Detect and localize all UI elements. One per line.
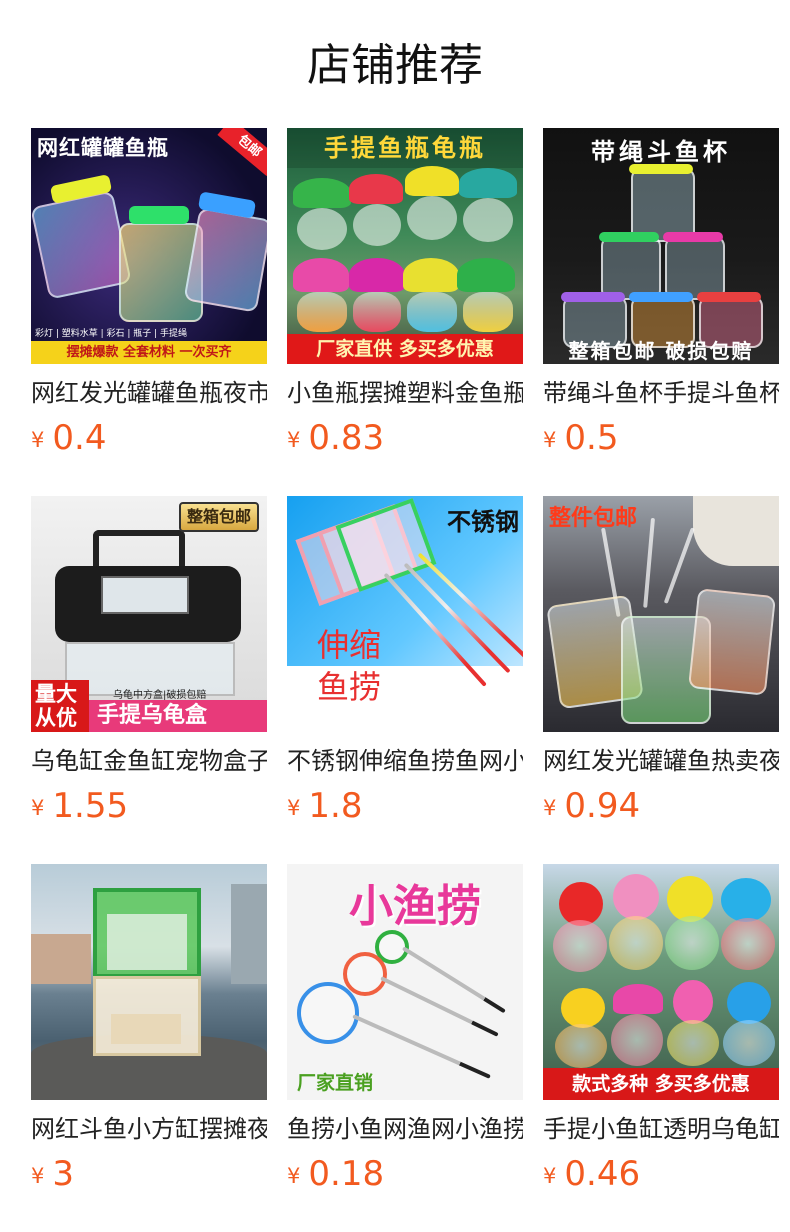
price-value: 1.55 (52, 786, 129, 826)
image-bottom-text: 摆摊爆款 全套材料 一次买齐 (31, 341, 267, 364)
product-image[interactable]: 网红罐罐鱼瓶 包邮 彩灯 | 塑料水草 | 彩石 | 瓶子 | 手提绳 摆摊爆款… (31, 128, 267, 364)
image-mid-text-1: 伸缩 (317, 626, 382, 664)
product-price: ¥3 (31, 1152, 74, 1196)
currency-symbol: ¥ (543, 1164, 557, 1188)
image-top-text: 整件包邮 (549, 506, 638, 531)
product-price: ¥0.83 (287, 416, 384, 460)
image-bottom-text: 厂家直供 多买多优惠 (287, 334, 523, 364)
image-corner-tag: 包邮 (217, 128, 267, 176)
image-top-text: 手提鱼瓶龟瓶 (287, 128, 523, 168)
image-small-text: 乌龟中方盒|破损包赔 (113, 690, 207, 701)
product-price: ¥0.5 (543, 416, 618, 460)
product-image[interactable]: 整件包邮 (543, 496, 779, 732)
product-price: ¥1.55 (31, 784, 128, 828)
product-name[interactable]: 乌龟缸金鱼缸宠物盒子 (31, 744, 267, 778)
currency-symbol: ¥ (31, 428, 45, 452)
product-name[interactable]: 网红发光罐罐鱼瓶夜市 (31, 376, 267, 410)
currency-symbol: ¥ (287, 428, 301, 452)
currency-symbol: ¥ (287, 1164, 301, 1188)
price-value: 0.83 (308, 418, 385, 458)
product-card[interactable]: 整件包邮 网红发光罐罐鱼热卖夜 ¥0.94 (543, 496, 779, 836)
product-name[interactable]: 网红发光罐罐鱼热卖夜 (543, 744, 779, 778)
product-image[interactable]: 手提鱼瓶龟瓶 厂家直供 多买多优惠 (287, 128, 523, 364)
product-price: ¥0.4 (31, 416, 106, 460)
product-name[interactable]: 手提小鱼缸透明乌龟缸 (543, 1112, 779, 1146)
image-top-text: 小渔捞 (349, 881, 481, 932)
product-card[interactable]: 带绳斗鱼杯 整箱包邮 破损包赔 带绳斗鱼杯手提斗鱼杯 ¥0.5 (543, 128, 779, 468)
image-top-text: 网红罐罐鱼瓶 (37, 136, 169, 160)
image-side-text-2: 从优 (35, 706, 77, 730)
product-card[interactable]: 小渔捞 厂家直销 鱼捞小鱼网渔网小渔捞 ¥0.18 (287, 864, 523, 1204)
price-value: 0.4 (52, 418, 107, 458)
product-card[interactable]: 不锈钢 伸缩 鱼捞 不锈钢伸缩鱼捞鱼网小 ¥1.8 (287, 496, 523, 836)
image-bottom-text: 厂家直销 (297, 1072, 374, 1094)
product-image[interactable]: 款式多种 多买多优惠 (543, 864, 779, 1100)
price-value: 0.5 (564, 418, 619, 458)
image-side-text-1: 量大 (35, 682, 77, 706)
price-value: 0.94 (564, 786, 641, 826)
page-title: 店铺推荐 (307, 40, 483, 91)
product-card[interactable]: 网红罐罐鱼瓶 包邮 彩灯 | 塑料水草 | 彩石 | 瓶子 | 手提绳 摆摊爆款… (31, 128, 267, 468)
product-card[interactable]: 网红斗鱼小方缸摆摊夜 ¥3 (31, 864, 267, 1204)
image-mid-text-2: 鱼捞 (317, 668, 382, 706)
product-card[interactable]: 手提鱼瓶龟瓶 厂家直供 多买多优惠 小鱼瓶摆摊塑料金鱼瓶 ¥0.83 (287, 128, 523, 468)
product-image[interactable]: 带绳斗鱼杯 整箱包邮 破损包赔 (543, 128, 779, 364)
currency-symbol: ¥ (31, 1164, 45, 1188)
product-image[interactable]: 不锈钢 伸缩 鱼捞 (287, 496, 523, 732)
product-image[interactable]: 小渔捞 厂家直销 (287, 864, 523, 1100)
currency-symbol: ¥ (31, 796, 45, 820)
product-card[interactable]: 款式多种 多买多优惠 手提小鱼缸透明乌龟缸 ¥0.46 (543, 864, 779, 1204)
product-image[interactable]: 整箱包邮 乌龟中方盒|破损包赔 手提乌龟盒 量大 从优 (31, 496, 267, 732)
product-price: ¥0.94 (543, 784, 640, 828)
image-top-text: 不锈钢 (447, 508, 519, 536)
image-bottom-text: 整箱包邮 破损包赔 (568, 339, 754, 363)
product-name[interactable]: 不锈钢伸缩鱼捞鱼网小 (287, 744, 523, 778)
image-corner-tag: 整箱包邮 (179, 502, 260, 532)
price-value: 0.46 (564, 1154, 641, 1194)
product-name[interactable]: 带绳斗鱼杯手提斗鱼杯 (543, 376, 779, 410)
price-value: 3 (52, 1154, 75, 1194)
price-value: 0.18 (308, 1154, 385, 1194)
product-name[interactable]: 网红斗鱼小方缸摆摊夜 (31, 1112, 267, 1146)
product-price: ¥0.18 (287, 1152, 384, 1196)
product-price: ¥1.8 (287, 784, 362, 828)
product-card[interactable]: 整箱包邮 乌龟中方盒|破损包赔 手提乌龟盒 量大 从优 乌龟缸金鱼缸宠物盒子 ¥… (31, 496, 267, 836)
price-value: 1.8 (308, 786, 363, 826)
currency-symbol: ¥ (543, 428, 557, 452)
image-top-text: 带绳斗鱼杯 (591, 138, 731, 166)
product-name[interactable]: 小鱼瓶摆摊塑料金鱼瓶 (287, 376, 523, 410)
currency-symbol: ¥ (543, 796, 557, 820)
image-bottom-text: 款式多种 多买多优惠 (543, 1068, 779, 1100)
currency-symbol: ¥ (287, 796, 301, 820)
product-price: ¥0.46 (543, 1152, 640, 1196)
product-image[interactable] (31, 864, 267, 1100)
image-small-text: 彩灯 | 塑料水草 | 彩石 | 瓶子 | 手提绳 (35, 329, 188, 339)
product-name[interactable]: 鱼捞小鱼网渔网小渔捞 (287, 1112, 523, 1146)
